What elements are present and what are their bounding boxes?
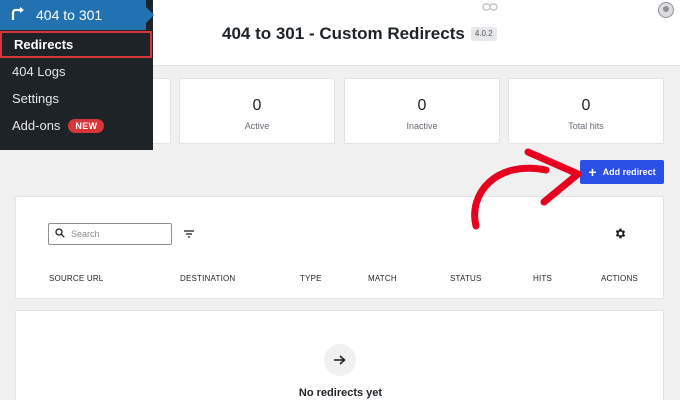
link-icon — [482, 2, 498, 12]
arrow-right-icon — [324, 344, 356, 376]
stat-card-active: 0 Active — [179, 78, 335, 144]
menu-pointer — [146, 7, 154, 23]
empty-state-message: No redirects yet — [298, 387, 383, 399]
column-header-type[interactable]: TYPE — [300, 274, 322, 283]
page-title: 404 to 301 - Custom Redirects 4.0.2 — [222, 24, 497, 44]
column-header-hits[interactable]: HITS — [533, 274, 552, 283]
menu-item-label: Add-ons — [12, 118, 61, 133]
new-badge: NEW — [68, 118, 105, 133]
add-redirect-button[interactable]: + Add redirect — [580, 160, 664, 184]
annotation-arrow-icon — [471, 148, 582, 230]
column-header-destination[interactable]: DESTINATION — [180, 274, 235, 283]
menu-item-label: 404 Logs — [12, 64, 66, 79]
column-header-actions: ACTIONS — [601, 274, 638, 283]
search-field[interactable] — [48, 223, 172, 245]
admin-flyout-menu: 404 to 301 Redirects 404 Logs Settings A… — [0, 0, 154, 150]
version-badge: 4.0.2 — [470, 27, 497, 41]
stat-value: 0 — [581, 97, 591, 114]
menu-item-settings[interactable]: Settings — [0, 85, 153, 112]
search-input[interactable] — [71, 229, 161, 239]
stat-value: 0 — [252, 97, 262, 114]
page-title-text: 404 to 301 - Custom Redirects — [222, 24, 465, 43]
column-header-source-url[interactable]: SOURCE URL — [49, 274, 103, 283]
filter-icon[interactable] — [183, 227, 195, 239]
stat-card-inactive: 0 Inactive — [344, 78, 500, 144]
menu-title: 404 to 301 — [36, 7, 103, 23]
menu-header[interactable]: 404 to 301 — [0, 0, 146, 30]
menu-item-404-logs[interactable]: 404 Logs — [0, 58, 153, 85]
stat-label: Active — [244, 121, 270, 131]
stat-label: Inactive — [406, 121, 438, 131]
plus-icon: + — [588, 164, 597, 180]
menu-item-add-ons[interactable]: Add-ons NEW — [0, 112, 153, 139]
avatar[interactable] — [658, 2, 674, 18]
menu-item-label: Redirects — [14, 37, 74, 52]
add-redirect-label: Add redirect — [602, 167, 656, 177]
menu-item-label: Settings — [12, 91, 59, 106]
column-header-status[interactable]: STATUS — [450, 274, 482, 283]
redirect-icon — [10, 6, 26, 24]
stat-label: Total hits — [568, 121, 604, 131]
menu-item-redirects[interactable]: Redirects — [0, 31, 152, 58]
menu-items: Redirects 404 Logs Settings Add-ons NEW — [0, 31, 153, 139]
column-header-match[interactable]: MATCH — [368, 274, 397, 283]
gear-icon[interactable] — [614, 227, 627, 240]
stat-card-total-hits: 0 Total hits — [508, 78, 664, 144]
stat-value: 0 — [417, 97, 427, 114]
empty-state-panel: No redirects yet — [15, 310, 664, 400]
search-icon — [55, 225, 65, 243]
